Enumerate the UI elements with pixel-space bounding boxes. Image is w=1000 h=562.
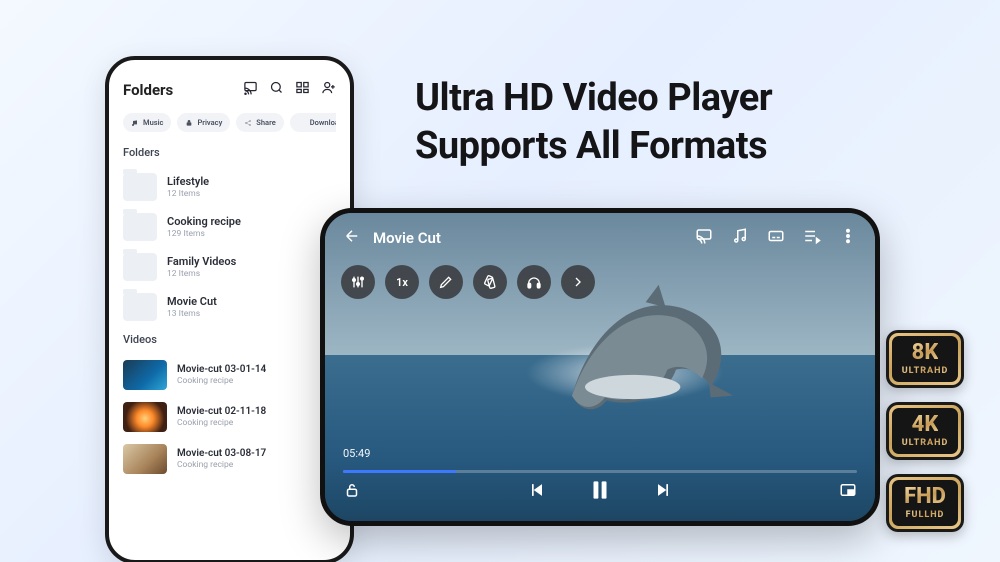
quality-badges: 8K ULTRAHD 4K ULTRAHD FHD FULLHD: [886, 330, 964, 532]
progress-bar[interactable]: [343, 470, 857, 473]
player-top-bar: Movie Cut: [325, 213, 875, 263]
phone-mockup: Folders Music Privacy Share Downloads Fo…: [105, 56, 354, 562]
filter-chips: Music Privacy Share Downloads: [123, 113, 336, 132]
video-thumbnail: [123, 444, 167, 474]
headline-line-2: Supports All Formats: [415, 123, 772, 171]
folder-icon: [123, 293, 157, 321]
badge-fhd: FHD FULLHD: [886, 474, 964, 532]
folder-row[interactable]: Lifestyle12 Items: [123, 167, 336, 207]
cast-icon[interactable]: [695, 227, 713, 249]
back-icon[interactable]: [343, 227, 361, 249]
videos-heading: Videos: [123, 333, 336, 346]
progress-fill: [343, 470, 456, 473]
phone-header-icons: [243, 80, 336, 99]
next-button[interactable]: [653, 480, 673, 504]
headline-line-1: Ultra HD Video Player: [415, 75, 772, 123]
player-mockup: Movie Cut 1x 05:49: [320, 208, 880, 526]
search-icon[interactable]: [269, 80, 284, 99]
view-icon[interactable]: [295, 80, 310, 99]
music-icon[interactable]: [731, 227, 749, 249]
video-thumbnail: [123, 360, 167, 390]
folders-heading: Folders: [123, 146, 336, 159]
folder-row[interactable]: Movie Cut13 Items: [123, 287, 336, 327]
video-thumbnail: [123, 402, 167, 432]
folder-icon: [123, 253, 157, 281]
folder-row[interactable]: Family Videos12 Items: [123, 247, 336, 287]
more-icon[interactable]: [839, 227, 857, 249]
chip-downloads[interactable]: Downloads: [290, 113, 336, 132]
elapsed-time: 05:49: [343, 447, 857, 460]
badge-8k: 8K ULTRAHD: [886, 330, 964, 388]
audio-button[interactable]: [517, 265, 551, 299]
chip-privacy[interactable]: Privacy: [177, 113, 230, 132]
player-bottom-bar: 05:49: [325, 439, 875, 521]
folder-icon: [123, 173, 157, 201]
folder-icon: [123, 213, 157, 241]
more-tools-button[interactable]: [561, 265, 595, 299]
playlist-icon[interactable]: [803, 227, 821, 249]
chip-share[interactable]: Share: [236, 113, 283, 132]
pause-button[interactable]: [587, 477, 613, 507]
video-row[interactable]: Movie-cut 02-11-18Cooking recipe: [123, 396, 336, 438]
equalizer-button[interactable]: [341, 265, 375, 299]
video-row[interactable]: Movie-cut 03-08-17Cooking recipe: [123, 438, 336, 480]
profile-icon[interactable]: [321, 80, 336, 99]
phone-header: Folders: [123, 80, 336, 99]
lock-button[interactable]: [343, 481, 361, 503]
subtitle-icon[interactable]: [767, 227, 785, 249]
controls: [343, 477, 857, 507]
player-tool-row: 1x: [341, 265, 595, 299]
pip-button[interactable]: [839, 481, 857, 503]
folder-row[interactable]: Cooking recipe129 Items: [123, 207, 336, 247]
cast-icon[interactable]: [243, 80, 258, 99]
edit-button[interactable]: [429, 265, 463, 299]
chip-music[interactable]: Music: [123, 113, 171, 132]
badge-4k: 4K ULTRAHD: [886, 402, 964, 460]
speed-button[interactable]: 1x: [385, 265, 419, 299]
headline: Ultra HD Video Player Supports All Forma…: [415, 75, 772, 170]
rotate-button[interactable]: [473, 265, 507, 299]
phone-title: Folders: [123, 81, 173, 99]
previous-button[interactable]: [527, 480, 547, 504]
video-row[interactable]: Movie-cut 03-01-14Cooking recipe: [123, 354, 336, 396]
dolphin-illustration: [560, 283, 740, 413]
player-title: Movie Cut: [373, 229, 441, 247]
